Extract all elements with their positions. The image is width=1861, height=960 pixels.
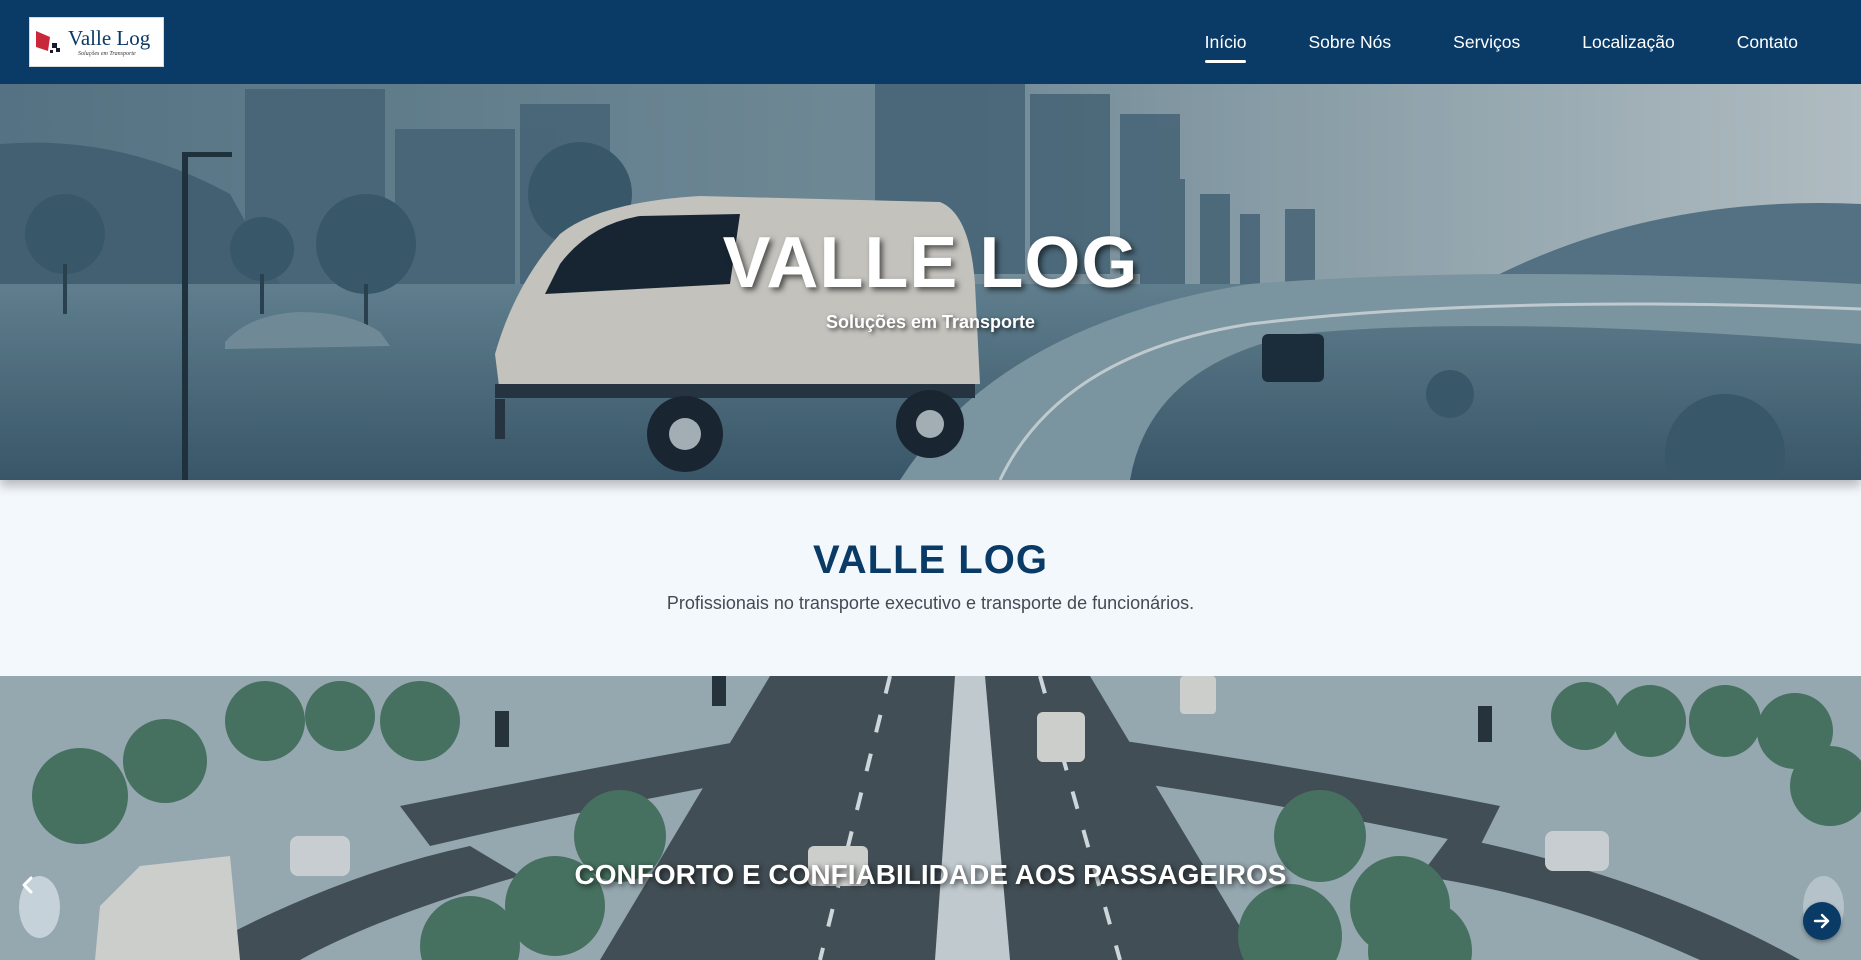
logo-subtitle: Soluções em Transporte [78, 50, 136, 57]
chevron-left-icon [22, 876, 33, 894]
carousel: CONFORTO E CONFIABILIDADE AOS PASSAGEIRO… [0, 676, 1861, 960]
scroll-next-button[interactable] [1803, 902, 1841, 940]
nav-item-sobre-nos[interactable]: Sobre Nós [1308, 26, 1391, 59]
nav-item-inicio[interactable]: Início [1204, 26, 1246, 63]
logo-mark-icon [36, 31, 60, 53]
logo[interactable]: Valle Log Soluções em Transporte [29, 17, 164, 67]
intro-text: Profissionais no transporte executivo e … [666, 593, 1195, 613]
nav-item-contato[interactable]: Contato [1737, 26, 1798, 59]
intro-title: VALLE LOG [813, 538, 1048, 582]
hero-subtitle: Soluções em Transporte [825, 312, 1036, 332]
main-nav: Início Sobre Nós Serviços Localização Co… [1143, 26, 1798, 63]
site-header: Valle Log Soluções em Transporte Início … [0, 0, 1861, 84]
arrow-right-icon [1813, 913, 1830, 929]
carousel-slide-illustration [0, 676, 1861, 960]
intro-section: VALLE LOG Profissionais no transporte ex… [0, 480, 1861, 676]
nav-item-localizacao[interactable]: Localização [1582, 26, 1674, 59]
hero-banner: VALLE LOG Soluções em Transporte [0, 84, 1861, 480]
carousel-caption: CONFORTO E CONFIABILIDADE AOS PASSAGEIRO… [574, 859, 1287, 890]
carousel-prev-button[interactable] [19, 876, 60, 938]
hero-title: VALLE LOG [722, 223, 1139, 303]
logo-title: Valle Log [68, 25, 151, 50]
nav-item-servicos[interactable]: Serviços [1453, 26, 1520, 59]
